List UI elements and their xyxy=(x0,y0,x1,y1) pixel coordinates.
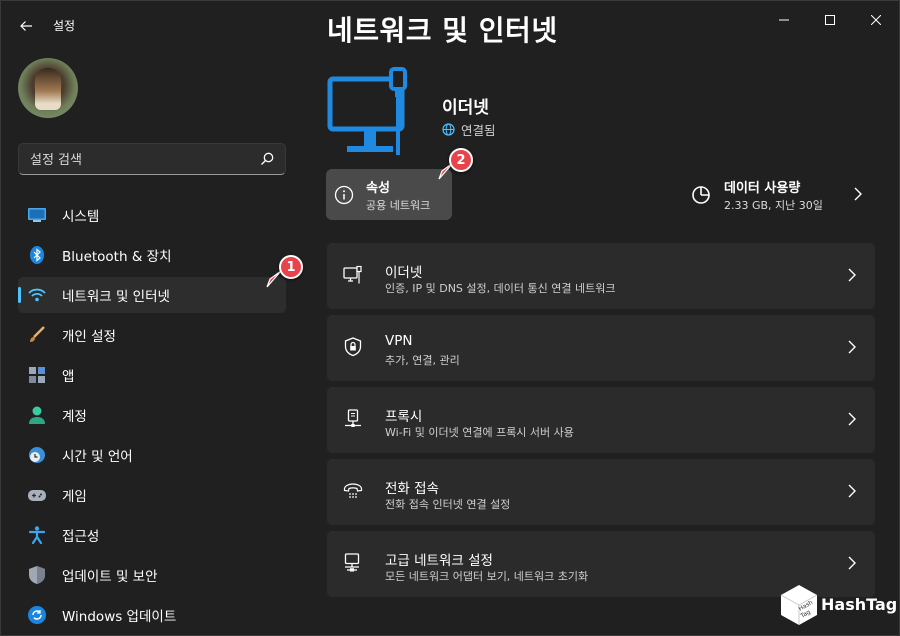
data-usage-title: 데이터 사용량 xyxy=(724,181,801,196)
bluetooth-icon xyxy=(28,246,46,264)
sidebar-item-windows-update[interactable]: Windows 업데이트 xyxy=(18,597,286,633)
chevron-right-icon xyxy=(854,187,862,201)
apps-icon xyxy=(28,366,46,384)
sidebar-item-update-security[interactable]: 업데이트 및 보안 xyxy=(18,557,286,593)
search-field[interactable] xyxy=(18,143,286,175)
minimize-icon xyxy=(779,19,789,21)
advanced-network-icon xyxy=(344,553,360,572)
sidebar-item-gaming[interactable]: 게임 xyxy=(18,477,286,513)
card-title: 프록시 xyxy=(385,409,423,425)
connection-status-text: 연결됨 xyxy=(461,123,496,138)
vpn-shield-icon xyxy=(344,337,362,357)
sidebar-nav: 시스템 Bluetooth & 장치 네트워크 및 인터넷 개인 설정 앱 계정… xyxy=(18,197,286,635)
system-display-icon xyxy=(28,206,46,224)
watermark-text: HashTag xyxy=(821,595,898,614)
maximize-icon xyxy=(825,15,835,25)
sidebar-item-accounts[interactable]: 계정 xyxy=(18,397,286,433)
card-title: 이더넷 xyxy=(385,265,423,281)
connection-name: 이더넷 xyxy=(442,98,489,118)
card-subtitle: 인증, IP 및 DNS 설정, 데이터 통신 연결 네트워크 xyxy=(385,282,616,295)
sidebar-item-label: 시스템 xyxy=(62,209,100,225)
sidebar-item-time-language[interactable]: 시간 및 언어 xyxy=(18,437,286,473)
globe-icon xyxy=(442,123,455,136)
chevron-right-icon xyxy=(848,484,856,498)
proxy-icon xyxy=(345,409,361,427)
sidebar-item-personalization[interactable]: 개인 설정 xyxy=(18,317,286,353)
avatar-photo xyxy=(35,68,61,110)
annotation-badge-1: 1 xyxy=(279,255,303,279)
settings-cards: 이더넷 인증, IP 및 DNS 설정, 데이터 통신 연결 네트워크 VPN … xyxy=(327,243,875,603)
avatar[interactable] xyxy=(18,58,78,118)
chevron-right-icon xyxy=(848,268,856,282)
sidebar-item-apps[interactable]: 앱 xyxy=(18,357,286,393)
back-button[interactable] xyxy=(11,11,41,41)
sidebar-item-label: 게임 xyxy=(62,489,87,505)
sidebar-item-label: Bluetooth & 장치 xyxy=(62,249,172,265)
sidebar-item-label: 네트워크 및 인터넷 xyxy=(62,289,170,305)
properties-button[interactable]: 속성 공용 네트워크 xyxy=(326,169,452,220)
sidebar-item-system[interactable]: 시스템 xyxy=(18,197,286,233)
close-icon xyxy=(871,15,881,25)
sidebar-item-bluetooth[interactable]: Bluetooth & 장치 xyxy=(18,237,286,273)
card-vpn[interactable]: VPN 추가, 연결, 관리 xyxy=(327,315,875,381)
hashtag-watermark: Hash Tag HashTag xyxy=(775,581,898,629)
arrow-left-icon xyxy=(20,21,32,31)
search-input[interactable] xyxy=(30,150,250,170)
hashtag-logo-cube: Hash Tag xyxy=(780,585,818,625)
data-usage-subtitle: 2.33 GB, 지난 30일 xyxy=(724,199,823,212)
sidebar-item-label: 개인 설정 xyxy=(62,329,116,345)
properties-subtitle: 공용 네트워크 xyxy=(366,199,431,212)
wifi-icon xyxy=(28,286,46,304)
sidebar-item-label: 시간 및 언어 xyxy=(62,449,133,465)
app-title: 설정 xyxy=(53,19,76,33)
card-title: VPN xyxy=(385,333,413,349)
maximize-button[interactable] xyxy=(807,5,853,35)
settings-window: 설정 시스템 Bluetooth & 장치 xyxy=(0,0,900,636)
info-icon xyxy=(334,185,354,205)
gamepad-icon xyxy=(28,486,46,504)
clock-globe-icon xyxy=(28,446,46,464)
card-proxy[interactable]: 프록시 Wi-Fi 및 이더넷 연결에 프록시 서버 사용 xyxy=(327,387,875,453)
sidebar-item-label: Windows 업데이트 xyxy=(62,609,177,625)
sidebar-item-label: 앱 xyxy=(62,369,75,385)
shield-icon xyxy=(28,566,46,584)
connection-status: 연결됨 xyxy=(442,120,496,139)
accessibility-icon xyxy=(28,526,46,544)
sidebar-item-accessibility[interactable]: 접근성 xyxy=(18,517,286,553)
card-ethernet[interactable]: 이더넷 인증, IP 및 DNS 설정, 데이터 통신 연결 네트워크 xyxy=(327,243,875,309)
search-icon[interactable] xyxy=(259,151,275,167)
sidebar-item-label: 업데이트 및 보안 xyxy=(62,569,158,585)
card-subtitle: Wi-Fi 및 이더넷 연결에 프록시 서버 사용 xyxy=(385,426,574,439)
minimize-button[interactable] xyxy=(761,5,807,35)
refresh-icon xyxy=(28,606,46,624)
ethernet-monitor-icon xyxy=(327,67,407,155)
sidebar-item-label: 계정 xyxy=(62,409,87,425)
person-icon xyxy=(28,406,46,424)
ethernet-icon xyxy=(343,265,362,284)
card-subtitle: 전화 접속 인터넷 연결 설정 xyxy=(385,498,511,511)
dialup-icon xyxy=(343,483,363,498)
annotation-badge-2: 2 xyxy=(449,148,473,172)
card-subtitle: 모든 네트워크 어댑터 보기, 네트워크 초기화 xyxy=(385,570,589,583)
pie-chart-icon xyxy=(692,186,710,204)
card-title: 고급 네트워크 설정 xyxy=(385,553,493,569)
page-title: 네트워크 및 인터넷 xyxy=(327,14,558,47)
sidebar-item-label: 접근성 xyxy=(62,529,100,545)
sidebar-item-network[interactable]: 네트워크 및 인터넷 xyxy=(18,277,286,313)
chevron-right-icon xyxy=(848,556,856,570)
data-usage-button[interactable]: 데이터 사용량 2.33 GB, 지난 30일 xyxy=(689,169,875,220)
close-button[interactable] xyxy=(853,5,899,35)
card-dialup[interactable]: 전화 접속 전화 접속 인터넷 연결 설정 xyxy=(327,459,875,525)
properties-title: 속성 xyxy=(366,181,390,196)
chevron-right-icon xyxy=(848,412,856,426)
card-title: 전화 접속 xyxy=(385,481,439,497)
card-subtitle: 추가, 연결, 관리 xyxy=(385,354,460,367)
brush-icon xyxy=(28,326,46,344)
chevron-right-icon xyxy=(848,340,856,354)
